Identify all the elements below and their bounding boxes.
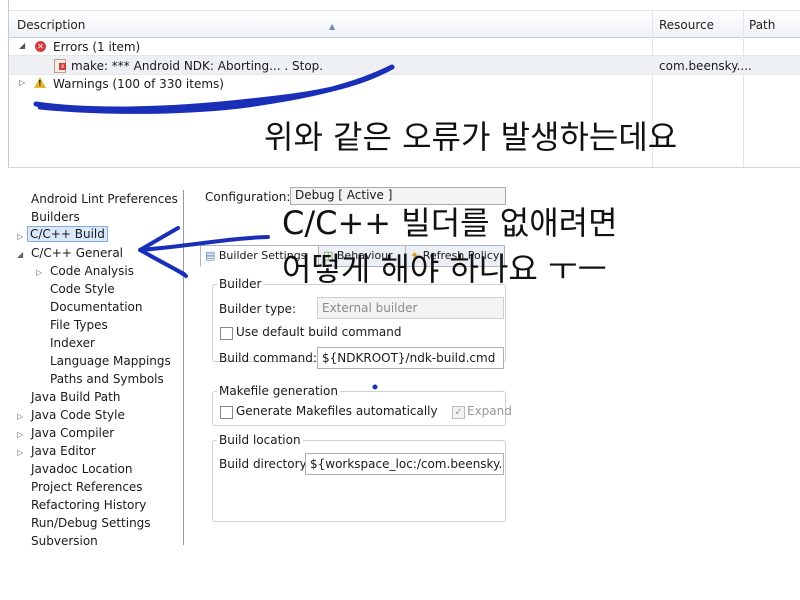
- blue-dot: [372, 384, 378, 390]
- annotation-overlay: [33, 64, 395, 390]
- annotation-line-1: 위와 같은 오류가 발생하는데요: [264, 118, 678, 156]
- blue-arrow-scribble: [138, 226, 270, 278]
- annotation-line-3: 어떻게 해야 하나요 ㅜㅡ: [282, 250, 607, 288]
- annotation-line-2: C/C++ 빌더를 없애려면: [282, 204, 618, 242]
- blue-underline-scribble: [33, 64, 395, 114]
